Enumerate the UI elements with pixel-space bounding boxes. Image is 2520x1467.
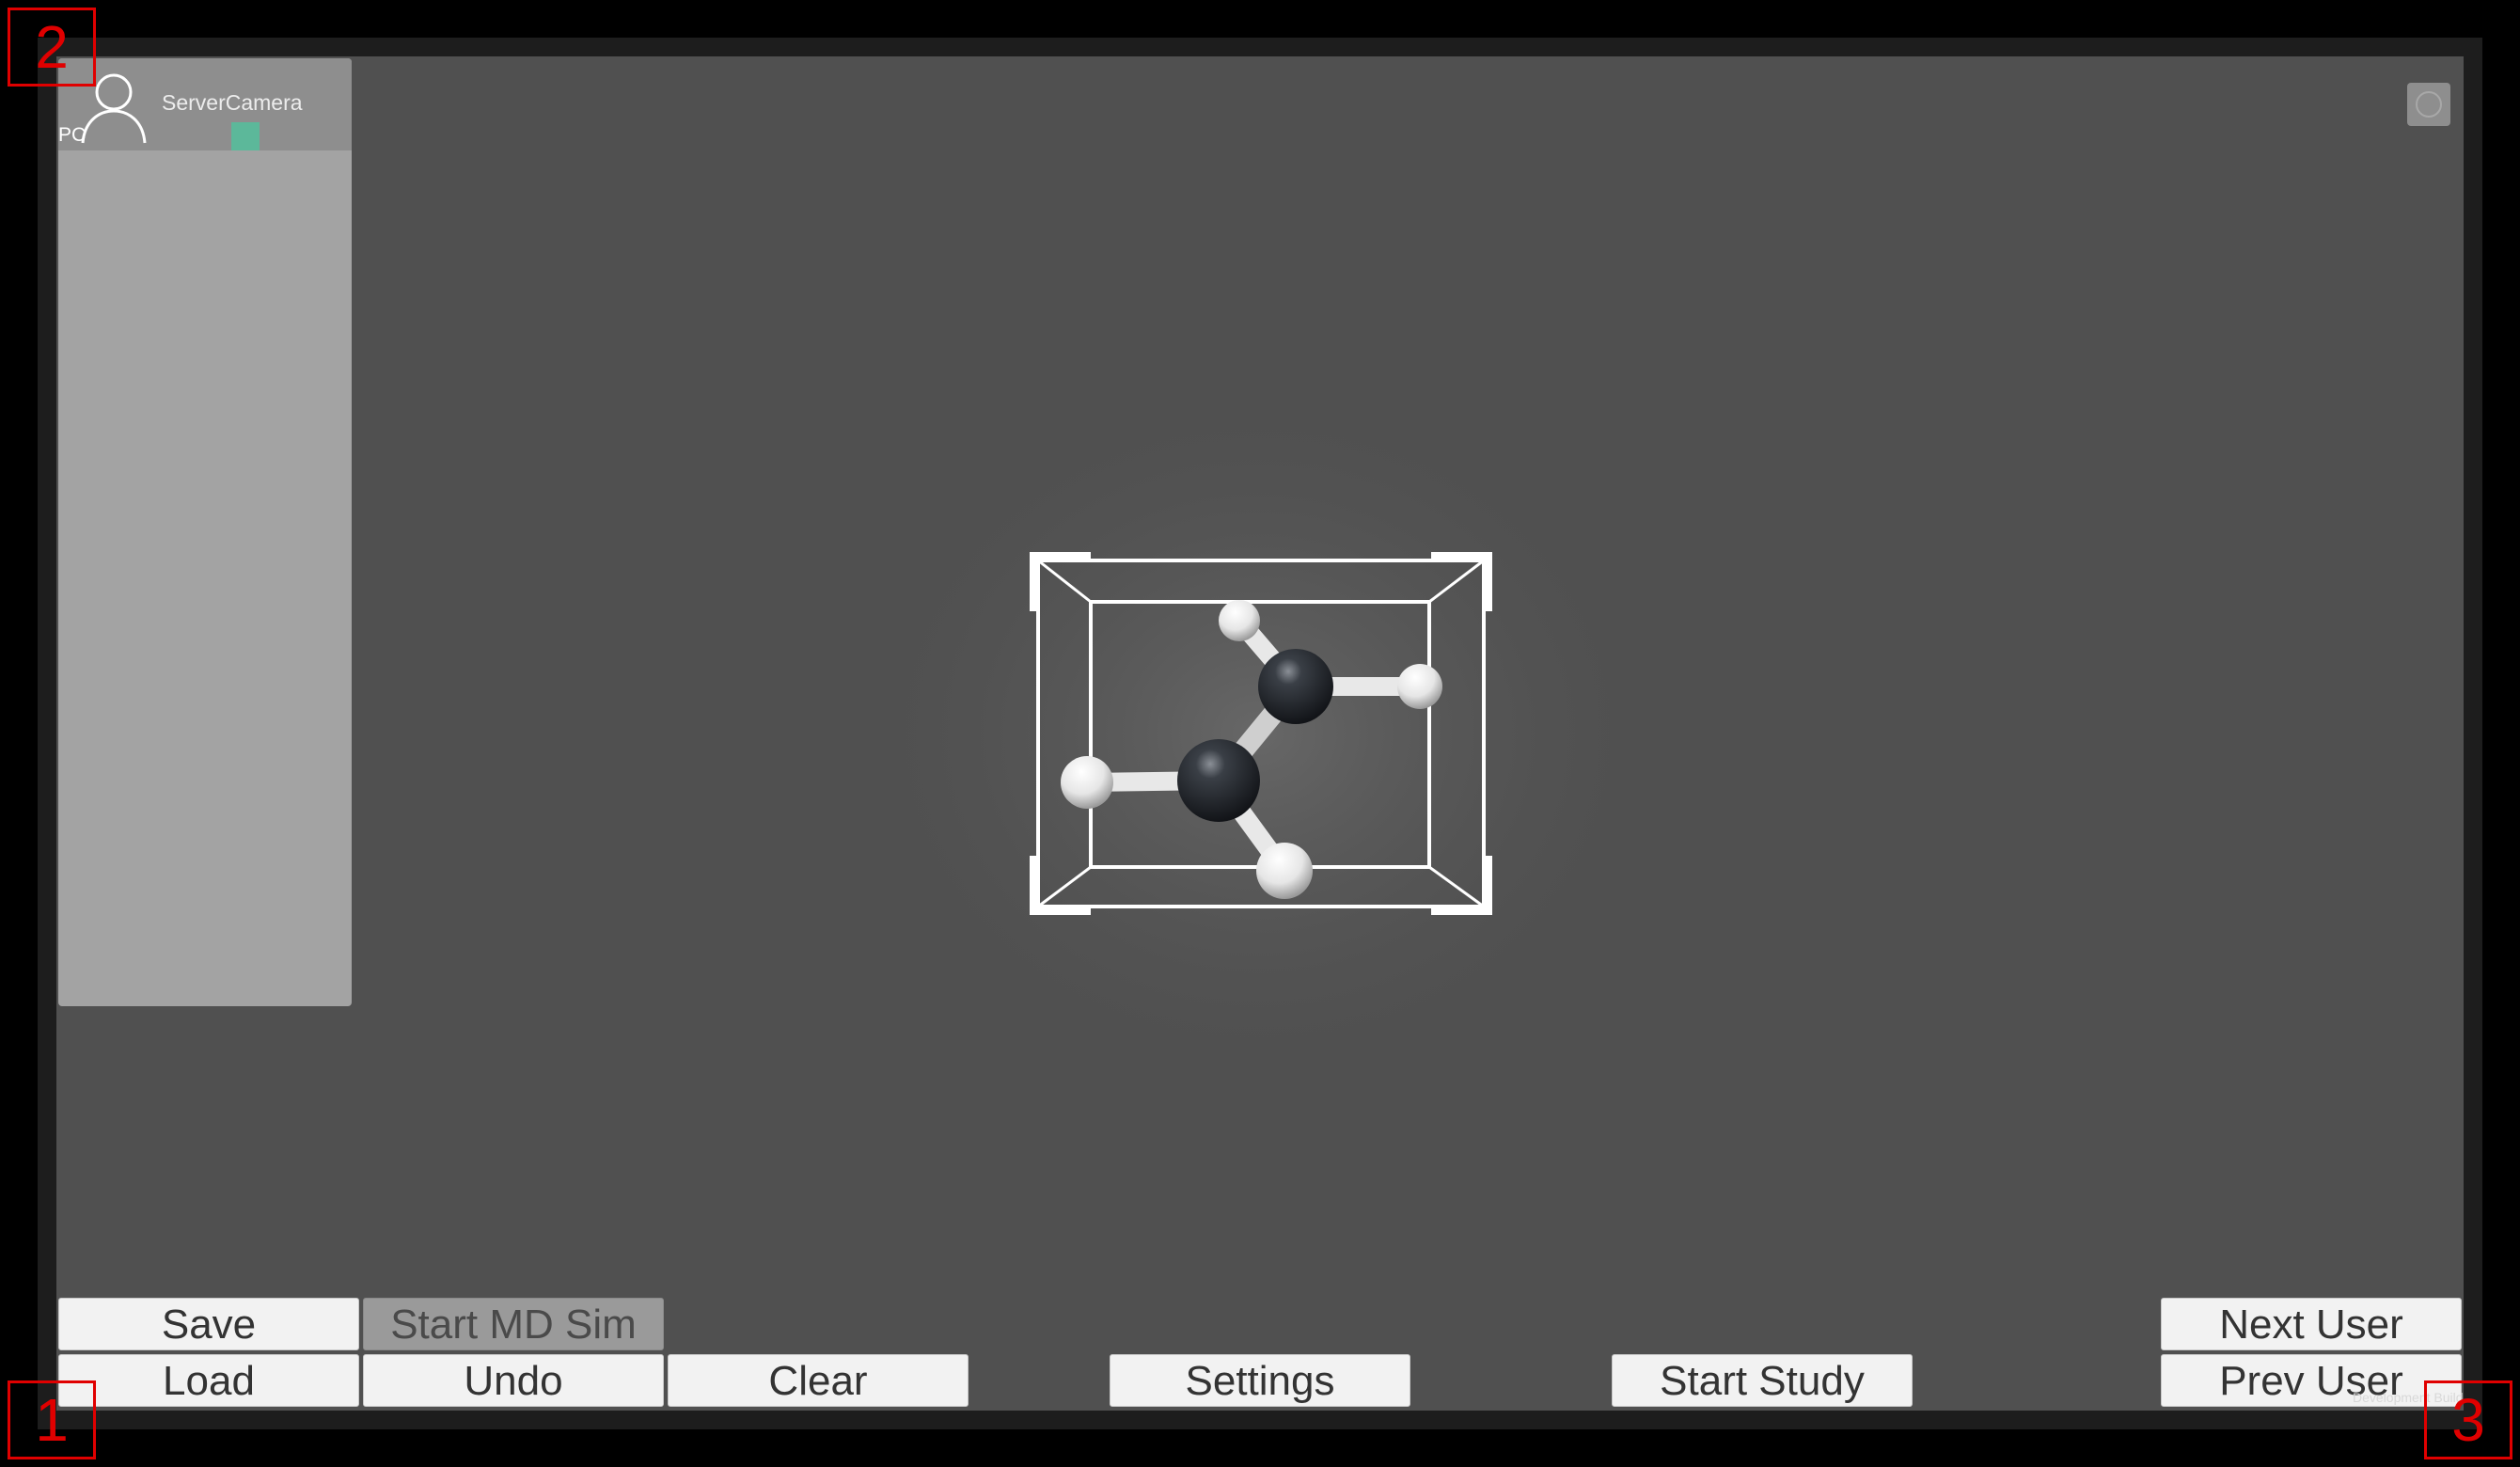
user-device-tag: PC — [58, 124, 87, 146]
undo-button[interactable]: Undo — [363, 1354, 664, 1407]
start-study-button[interactable]: Start Study — [1612, 1354, 1913, 1407]
settings-button[interactable]: Settings — [1110, 1354, 1410, 1407]
user-list-panel: PC ServerCamera — [58, 58, 352, 1006]
clear-button[interactable]: Clear — [668, 1354, 969, 1407]
next-user-button[interactable]: Next User — [2161, 1298, 2462, 1350]
info-icon — [2416, 91, 2442, 118]
3d-viewport[interactable] — [56, 56, 2464, 1411]
load-button[interactable]: Load — [58, 1354, 359, 1407]
start-md-sim-button[interactable]: Start MD Sim — [363, 1298, 664, 1350]
info-button[interactable] — [2407, 83, 2450, 126]
user-entry[interactable]: PC ServerCamera — [58, 58, 352, 150]
user-color-swatch — [231, 122, 260, 150]
user-name: ServerCamera — [162, 90, 303, 115]
corner-label-top-left: 2 — [8, 8, 96, 87]
corner-label-bottom-left: 1 — [8, 1380, 96, 1459]
save-button[interactable]: Save — [58, 1298, 359, 1350]
corner-label-bottom-right: 3 — [2424, 1380, 2512, 1459]
